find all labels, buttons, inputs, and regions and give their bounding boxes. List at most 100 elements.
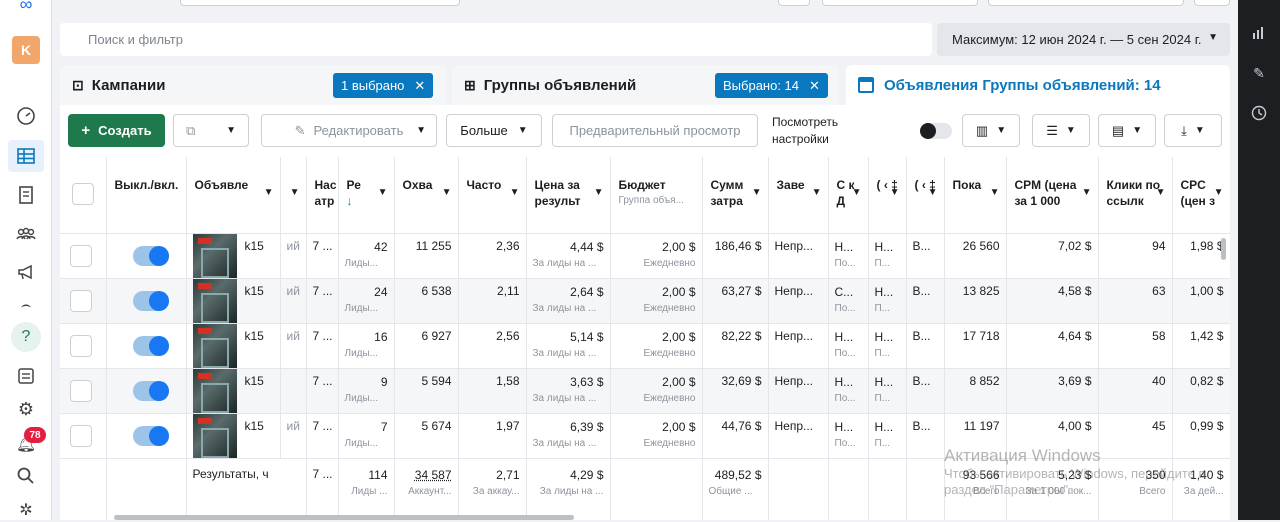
column-ad-extra[interactable]: ▼	[280, 157, 307, 234]
preview-button[interactable]: Предварительный просмотр	[552, 114, 758, 147]
ad-name[interactable]: k15	[245, 419, 264, 458]
ad-name[interactable]: k15	[245, 284, 264, 323]
row-select-cell[interactable]	[60, 233, 107, 279]
view-settings-label[interactable]: Посмотреть настройки	[772, 114, 852, 148]
ad-name-cell[interactable]: k15	[186, 368, 281, 414]
column-frequency[interactable]: Часто ▼	[458, 157, 527, 234]
pencil-icon[interactable]: ✎	[1250, 64, 1268, 82]
ad-name-cell[interactable]: k15	[186, 323, 281, 369]
reports-button[interactable]: ▤ ▼	[1098, 114, 1156, 147]
row-select-cell[interactable]	[60, 278, 107, 324]
tab-ads[interactable]: Объявления Группы объявлений: 14	[846, 65, 1230, 105]
campaigns-selection-pill[interactable]: 1 выбрано ✕	[333, 73, 434, 98]
ad-name-cell[interactable]: k15	[186, 413, 281, 459]
edit-button[interactable]: ✎ Редактировать ▼	[261, 114, 437, 147]
column-amount-spent[interactable]: Сумм затра ▼	[702, 157, 769, 234]
budget-cell[interactable]: 2,00 $ Ежедневно	[610, 368, 703, 414]
top-button-3[interactable]	[988, 0, 1184, 6]
table-row[interactable]: k15 ий 7 ... 24 Лиды... 6 538 2,11 2,64 $ За лид…	[60, 278, 1230, 324]
bug-report-icon[interactable]: ✲	[14, 498, 38, 522]
columns-button[interactable]: ▥ ▼	[962, 114, 1020, 147]
delivery-toggle[interactable]	[132, 425, 169, 446]
search-icon[interactable]	[14, 464, 38, 488]
overview-icon[interactable]	[14, 104, 38, 128]
delivery-toggle[interactable]	[132, 245, 169, 266]
column-impressions[interactable]: Пока ▼	[944, 157, 1007, 234]
ad-thumbnail[interactable]	[192, 278, 237, 322]
row-toggle-cell[interactable]	[106, 413, 187, 459]
select-all-header[interactable]	[60, 157, 107, 234]
row-toggle-cell[interactable]	[106, 368, 187, 414]
row-checkbox[interactable]	[70, 424, 92, 447]
table-row[interactable]: k15 ий 7 ... 42 Лиды... 11 255 2,36 4,44 $ За ли…	[60, 233, 1230, 279]
ad-name-cell[interactable]: k15	[186, 233, 281, 279]
row-checkbox[interactable]	[70, 289, 92, 312]
row-toggle-cell[interactable]	[106, 278, 187, 324]
date-range-picker[interactable]: Максимум: 12 июн 2024 г. — 5 сен 2024 г.…	[937, 23, 1230, 56]
horizontal-scrollbar[interactable]	[114, 515, 574, 520]
ad-name-cell[interactable]: k15	[186, 278, 281, 324]
top-button-4[interactable]	[1194, 0, 1230, 6]
column-setting[interactable]: Нас атр	[306, 157, 339, 234]
column-c2[interactable]: ( ‹ ‡ ▼	[868, 157, 907, 234]
more-button[interactable]: Больше ▼	[446, 114, 542, 147]
row-toggle-cell[interactable]	[106, 233, 187, 279]
delivery-toggle[interactable]	[132, 290, 169, 311]
ad-name[interactable]: k15	[245, 374, 264, 413]
table-row[interactable]: k15 ий 7 ... 7 Лиды... 5 674 1,97 6,39 $ За лиды…	[60, 413, 1230, 459]
column-c3[interactable]: ( ‹ ‡ ▼	[906, 157, 945, 234]
pages-icon[interactable]	[14, 183, 38, 207]
clear-selection-close-icon[interactable]: ✕	[809, 78, 820, 94]
account-avatar[interactable]: K	[12, 36, 40, 64]
row-toggle-cell[interactable]	[106, 323, 187, 369]
duplicate-button[interactable]: ⧉ ▼	[173, 114, 249, 147]
column-ad-name[interactable]: Объявле ▼	[186, 157, 281, 234]
ad-thumbnail[interactable]	[192, 233, 237, 277]
tab-adsets[interactable]: ⊞ Группы объявлений Выбрано: 14 ✕	[452, 65, 838, 105]
view-settings-toggle[interactable]	[920, 123, 952, 139]
column-toggle[interactable]: Выкл./вкл.	[106, 157, 187, 234]
audiences-icon[interactable]	[14, 222, 38, 246]
top-button-1[interactable]	[778, 0, 810, 6]
column-cpc[interactable]: CPC (цен з ▼	[1172, 157, 1230, 234]
column-link-clicks[interactable]: Клики по ссылк ▼	[1098, 157, 1173, 234]
table-row[interactable]: k15 ий 7 ... 16 Лиды... 6 927 2,56 5,14 $ За лид…	[60, 323, 1230, 369]
help-icon[interactable]: ?	[11, 322, 41, 352]
history-clock-icon[interactable]	[1250, 104, 1268, 122]
budget-cell[interactable]: 2,00 $ Ежедневно	[610, 323, 703, 369]
export-button[interactable]: ⤓ ▼	[1164, 114, 1222, 147]
column-cpm[interactable]: CPM (цена за 1 000 ▼	[1006, 157, 1099, 234]
row-select-cell[interactable]	[60, 413, 107, 459]
top-search-box[interactable]	[180, 0, 460, 6]
column-c1[interactable]: С к Д ▼	[828, 157, 869, 234]
delivery-toggle[interactable]	[132, 380, 169, 401]
breakdown-button[interactable]: ☰ ▼	[1032, 114, 1090, 147]
settings-gear-icon[interactable]: ⚙	[14, 397, 38, 421]
ad-name[interactable]: k15	[245, 329, 264, 368]
column-reach[interactable]: Охва ▼	[394, 157, 459, 234]
budget-cell[interactable]: 2,00 $ Ежедневно	[610, 413, 703, 459]
table-row[interactable]: k15 7 ... 9 Лиды... 5 594 1,58 3,63 $ За лиды н…	[60, 368, 1230, 414]
chart-icon[interactable]	[1250, 24, 1268, 42]
delivery-toggle[interactable]	[132, 335, 169, 356]
ad-thumbnail[interactable]	[192, 368, 237, 412]
search-filter-input[interactable]: Поиск и фильтр	[60, 23, 932, 56]
adsets-selection-pill[interactable]: Выбрано: 14 ✕	[715, 73, 828, 98]
megaphone-icon[interactable]	[14, 260, 38, 284]
top-button-2[interactable]	[822, 0, 978, 6]
budget-cell[interactable]: 2,00 $ Ежедневно	[610, 233, 703, 279]
clear-selection-close-icon[interactable]: ✕	[414, 78, 425, 94]
row-select-cell[interactable]	[60, 368, 107, 414]
row-checkbox[interactable]	[70, 379, 92, 402]
row-checkbox[interactable]	[70, 244, 92, 267]
column-cost-per-result[interactable]: Цена за результ ▼	[526, 157, 611, 234]
column-results[interactable]: Ре ▼ ↓	[338, 157, 395, 234]
documents-icon[interactable]	[14, 364, 38, 388]
ad-thumbnail[interactable]	[192, 323, 237, 367]
collapse-icon[interactable]: ⌢	[14, 294, 38, 318]
select-all-checkbox[interactable]	[72, 183, 94, 205]
ad-thumbnail[interactable]	[192, 413, 237, 457]
row-checkbox[interactable]	[70, 334, 92, 357]
ad-name[interactable]: k15	[245, 239, 264, 278]
column-ends[interactable]: Заве ▼	[768, 157, 829, 234]
